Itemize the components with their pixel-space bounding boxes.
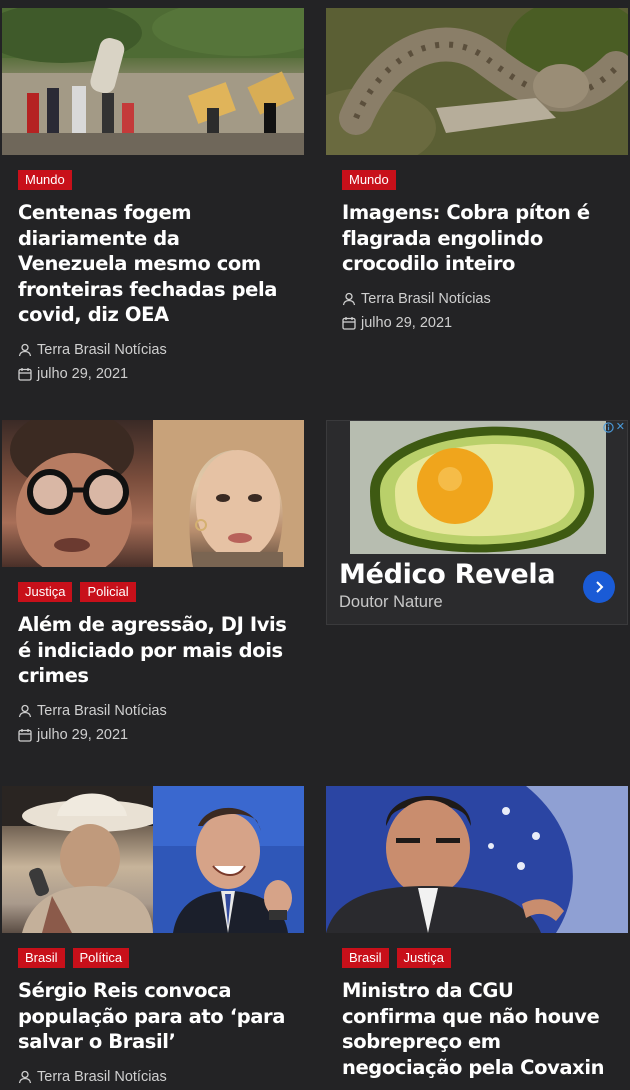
ad-sponsor[interactable]: Doutor Nature — [339, 593, 443, 612]
date-text: julho 29, 2021 — [37, 365, 129, 382]
thumbnail-illustration — [10, 420, 134, 567]
thumbnail-illustration — [153, 786, 304, 933]
author-name[interactable]: Terra Brasil Notícias — [37, 338, 167, 362]
author-name[interactable]: Terra Brasil Notícias — [361, 287, 491, 311]
article-thumbnail[interactable] — [2, 420, 304, 567]
calendar-icon — [18, 728, 32, 742]
user-icon — [18, 704, 32, 717]
user-icon — [18, 1070, 32, 1083]
author-name[interactable]: Terra Brasil Notícias — [37, 1065, 167, 1089]
category-tag[interactable]: Brasil — [18, 948, 65, 968]
article-thumbnail[interactable] — [326, 8, 628, 155]
ad-title[interactable]: Médico Revela — [339, 559, 556, 590]
article-author[interactable]: Terra Brasil Notícias — [18, 1065, 288, 1089]
category-tag[interactable]: Política — [72, 948, 130, 968]
ad-illustration — [350, 421, 606, 554]
category-tag[interactable]: Policial — [80, 582, 136, 602]
author-name[interactable]: Terra Brasil Notícias — [37, 699, 167, 723]
ad-image[interactable] — [350, 421, 606, 554]
date-text: julho 29, 2021 — [37, 726, 129, 743]
thumbnail-left — [2, 786, 162, 933]
article-thumbnail[interactable] — [2, 8, 304, 155]
ad-choices[interactable]: ✕ — [603, 421, 625, 433]
article-title[interactable]: Imagens: Cobra píton é flagrada engolind… — [342, 200, 612, 277]
article-card[interactable]: Justiça Policial Além de agressão, DJ Iv… — [2, 420, 304, 747]
date-text: julho 29, 2021 — [361, 314, 453, 331]
user-icon — [342, 292, 356, 305]
user-icon — [18, 343, 32, 356]
article-title[interactable]: Sérgio Reis convoca população para ato ‘… — [18, 978, 288, 1055]
article-card[interactable]: Brasil Política Sérgio Reis convoca popu… — [2, 786, 304, 1089]
thumbnail-illustration — [2, 8, 304, 155]
article-thumbnail[interactable] — [2, 786, 304, 933]
calendar-icon — [18, 367, 32, 381]
category-tag[interactable]: Justiça — [396, 948, 451, 968]
chevron-right-icon — [596, 581, 604, 593]
thumbnail-left — [2, 420, 153, 567]
thumbnail-illustration — [326, 8, 628, 155]
advertisement[interactable]: ✕ Médico Revela Doutor Nature — [326, 420, 628, 625]
article-title[interactable]: Ministro da CGU confirma que não houve s… — [342, 978, 612, 1080]
article-thumbnail[interactable] — [326, 786, 628, 933]
ad-next-button[interactable] — [583, 571, 615, 603]
thumbnail-illustration — [2, 786, 162, 933]
thumbnail-right — [153, 786, 304, 933]
article-card[interactable]: Brasil Justiça Ministro da CGU confirma … — [326, 786, 628, 1080]
article-card[interactable]: Mundo Centenas fogem diariamente da Vene… — [2, 8, 304, 386]
article-date: julho 29, 2021 — [342, 311, 612, 335]
article-title[interactable]: Centenas fogem diariamente da Venezuela … — [18, 200, 288, 328]
close-icon[interactable]: ✕ — [616, 421, 625, 433]
article-author[interactable]: Terra Brasil Notícias — [342, 287, 612, 311]
article-card[interactable]: Mundo Imagens: Cobra píton é flagrada en… — [326, 8, 628, 335]
thumbnail-right — [153, 420, 304, 567]
thumbnail-illustration — [326, 786, 628, 933]
category-tag[interactable]: Mundo — [342, 170, 396, 190]
article-title[interactable]: Além de agressão, DJ Ivis é indiciado po… — [18, 612, 288, 689]
article-author[interactable]: Terra Brasil Notícias — [18, 699, 288, 723]
article-author[interactable]: Terra Brasil Notícias — [18, 338, 288, 362]
info-icon[interactable] — [603, 421, 614, 433]
thumbnail-illustration — [153, 420, 304, 567]
article-date: julho 29, 2021 — [18, 723, 288, 747]
category-tag[interactable]: Mundo — [18, 170, 72, 190]
category-tag[interactable]: Justiça — [18, 582, 73, 602]
calendar-icon — [342, 316, 356, 330]
article-date: julho 29, 2021 — [18, 362, 288, 386]
category-tag[interactable]: Brasil — [342, 948, 389, 968]
